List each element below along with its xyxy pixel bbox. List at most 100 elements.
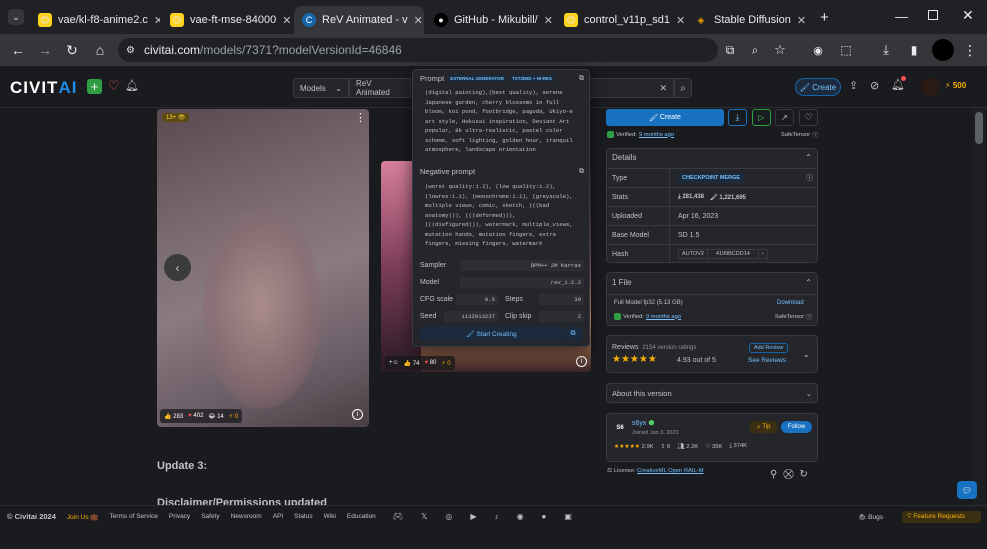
- footer-link[interactable]: Privacy: [169, 513, 190, 520]
- browser-menu-icon[interactable]: ⋮: [960, 40, 980, 60]
- creator-avatar[interactable]: S6: [612, 420, 628, 436]
- zoom-icon[interactable]: ⌕: [745, 40, 765, 60]
- site-settings-icon[interactable]: ⚙: [126, 45, 135, 56]
- minimize-icon[interactable]: —: [895, 9, 908, 24]
- browser-tab-2[interactable]: 😊 vae-ft-mse-84000 ✕: [162, 6, 292, 34]
- info-icon[interactable]: ⓘ: [806, 312, 812, 321]
- footer-link[interactable]: Terms of Service: [109, 513, 157, 520]
- info-icon[interactable]: ⓘ: [806, 173, 813, 183]
- like-reaction[interactable]: 👍 283: [164, 413, 183, 420]
- footer-link[interactable]: Status: [294, 513, 312, 520]
- license-link[interactable]: CreativeML Open RAIL-M: [637, 468, 703, 474]
- add-reaction-icon[interactable]: +☺: [389, 360, 399, 366]
- upload-icon[interactable]: ⇪: [849, 79, 858, 92]
- footer-link[interactable]: API: [273, 513, 283, 520]
- heart-icon[interactable]: ♡: [108, 78, 120, 94]
- footer-link[interactable]: Wiki: [324, 513, 336, 520]
- search-button[interactable]: ⌕: [674, 78, 692, 98]
- header-create-button[interactable]: 🖌︎ Create: [795, 78, 841, 96]
- favorite-button[interactable]: ♡: [799, 109, 818, 126]
- prev-image-button[interactable]: ‹: [164, 254, 191, 281]
- bell-icon[interactable]: 🔔︎: [125, 79, 139, 92]
- instagram-icon[interactable]: ◎: [445, 512, 452, 521]
- details-header[interactable]: Details ⌃: [612, 153, 812, 162]
- incognito-icon[interactable]: ◉: [808, 40, 828, 60]
- browser-tab-6[interactable]: ◈ Stable Diffusion ✕: [686, 6, 814, 34]
- copy-icon[interactable]: ⧉: [579, 168, 584, 176]
- bookmark-star-icon[interactable]: ☆: [770, 40, 790, 60]
- feature-requests-button[interactable]: 💡︎ Feature Requests: [901, 510, 981, 523]
- close-icon[interactable]: ✕: [414, 14, 423, 27]
- add-review-button[interactable]: Add Review: [749, 343, 789, 353]
- verified-when[interactable]: 9 months ago: [646, 314, 681, 320]
- discord-icon[interactable]: 🎮︎: [393, 512, 403, 521]
- clear-icon[interactable]: ✕: [659, 83, 667, 94]
- start-creating-button[interactable]: 🖌︎ Start Creating: [420, 327, 563, 341]
- chat-button[interactable]: 💬︎: [957, 481, 977, 499]
- heart-reaction[interactable]: ♥ 402: [188, 413, 203, 419]
- hash-value[interactable]: 4199BCDD14: [707, 249, 759, 259]
- info-icon[interactable]: ⓘ: [812, 130, 818, 139]
- download-button[interactable]: ⤓: [728, 109, 747, 126]
- tip-button[interactable]: ⚡ Tip: [750, 421, 777, 433]
- creator-name[interactable]: s6yx ⬢: [632, 419, 654, 427]
- close-icon[interactable]: ✕: [282, 14, 291, 27]
- install-app-icon[interactable]: ⧉: [720, 40, 740, 60]
- nsfw-level-badge[interactable]: 13+ 👁︎: [162, 113, 190, 122]
- youtube-icon[interactable]: ▶: [470, 512, 476, 521]
- file-download-link[interactable]: Download: [777, 300, 804, 306]
- search-input-tail[interactable]: ✕: [590, 78, 674, 98]
- home-icon[interactable]: ⌂: [90, 40, 110, 60]
- restore-icon[interactable]: [928, 10, 938, 20]
- info-icon[interactable]: i: [352, 409, 363, 420]
- info-icon[interactable]: i: [576, 356, 587, 367]
- join-us-link[interactable]: Join Us 💼: [67, 513, 99, 521]
- footer-link[interactable]: Education: [347, 513, 376, 520]
- reload-icon[interactable]: ↻: [62, 40, 82, 60]
- copy-icon[interactable]: ⧉: [579, 75, 584, 83]
- civitai-logo[interactable]: CIVITAI: [10, 78, 77, 98]
- close-icon[interactable]: ✕: [797, 14, 806, 27]
- follow-button[interactable]: Follow: [781, 421, 812, 433]
- search-category-select[interactable]: Models ⌄: [293, 78, 349, 98]
- create-button[interactable]: 🖌︎ Create: [606, 109, 724, 126]
- tab-search-button[interactable]: ⌄: [8, 9, 24, 25]
- reddit-icon[interactable]: ◉: [517, 512, 524, 521]
- footer-link[interactable]: Newsroom: [231, 513, 262, 520]
- buzz-balance[interactable]: ⚡ 500: [945, 81, 966, 90]
- copy-all-button[interactable]: ⧉: [564, 327, 582, 341]
- share-button[interactable]: ↗: [775, 109, 794, 126]
- hash-type-select[interactable]: AUTOV2: [678, 249, 708, 259]
- footer-link[interactable]: Safety: [201, 513, 219, 520]
- url-bar[interactable]: ⚙ civitai.com/models/7371?modelVersionId…: [118, 38, 718, 62]
- buzz-reaction[interactable]: ⚡ 0: [441, 360, 450, 367]
- files-header[interactable]: 1 File ⌃: [612, 278, 812, 287]
- scrollbar-thumb[interactable]: [975, 112, 983, 144]
- x-icon[interactable]: 𝕏: [421, 512, 427, 521]
- page-scrollbar[interactable]: [973, 108, 985, 505]
- new-tab-icon[interactable]: +: [820, 9, 829, 26]
- generate-button[interactable]: ▷: [752, 109, 771, 126]
- back-icon[interactable]: ←: [8, 40, 28, 60]
- plus-icon[interactable]: +: [87, 79, 102, 94]
- chevron-right-icon[interactable]: ›: [758, 249, 768, 259]
- twitch-icon[interactable]: ▣: [564, 512, 572, 521]
- extensions-icon[interactable]: ⬚: [836, 40, 856, 60]
- close-icon[interactable]: ✕: [154, 14, 160, 27]
- like-reaction[interactable]: 👍 74: [404, 360, 420, 367]
- close-icon[interactable]: ✕: [544, 14, 553, 27]
- browser-tab-5[interactable]: 😊 control_v11p_sd1 ✕: [556, 6, 684, 34]
- profile-avatar[interactable]: [932, 39, 954, 61]
- search-input[interactable]: ReV Animated: [349, 78, 411, 98]
- download-icon[interactable]: ⤓: [876, 40, 896, 60]
- buzz-reaction[interactable]: ⚡ 0: [229, 413, 238, 420]
- see-reviews-link[interactable]: See Reviews: [748, 357, 786, 364]
- heart-reaction[interactable]: ♥ 80: [424, 360, 436, 366]
- side-panel-icon[interactable]: ▮: [904, 40, 924, 60]
- image-menu-icon[interactable]: ⋮: [355, 111, 366, 124]
- browser-tab-1[interactable]: 😊 vae/kl-f8-anime2.c ✕: [30, 6, 160, 34]
- close-window-icon[interactable]: ✕: [962, 7, 974, 24]
- browser-tab-3[interactable]: C ReV Animated - v ✕: [294, 6, 424, 34]
- hide-icon[interactable]: ⊘: [870, 79, 879, 92]
- about-version-header[interactable]: About this version ⌄: [612, 389, 812, 398]
